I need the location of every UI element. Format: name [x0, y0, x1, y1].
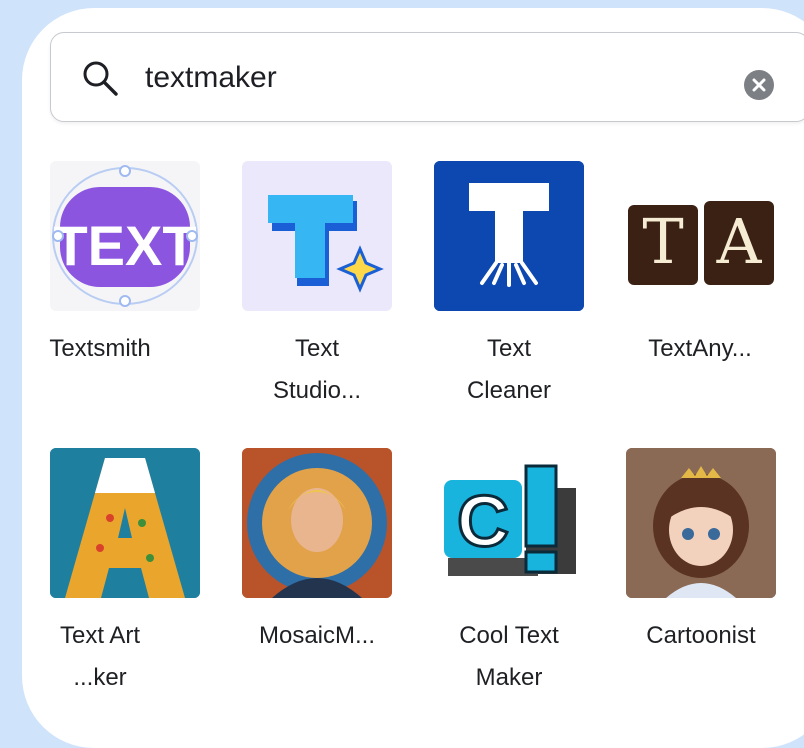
app-name-text-studio: Text Studio...	[272, 335, 362, 404]
app-name-text-art-maker: Text Art ...ker	[59, 622, 141, 691]
clear-search-icon[interactable]	[743, 69, 775, 101]
app-card-textanything[interactable]: T A	[626, 161, 776, 311]
text-cleaner-logo-icon	[434, 161, 584, 311]
mosaic-maker-logo-icon	[242, 448, 392, 598]
app-card-cool-text-maker[interactable]: C	[434, 448, 584, 598]
app-name-mosaic-maker: MosaicM...	[258, 622, 375, 649]
textsmith-logo-icon: TEXT	[52, 165, 198, 307]
app-card-text-studio[interactable]	[242, 161, 392, 311]
textanything-logo-icon: T A	[628, 201, 774, 285]
search-bar[interactable]: textmaker	[50, 32, 804, 122]
search-input[interactable]: textmaker	[145, 57, 277, 99]
app-name-textanything: TextAny...	[648, 335, 752, 362]
app-card-text-art-maker[interactable]	[50, 448, 200, 598]
text-studio-logo-icon	[268, 195, 384, 293]
svg-text:T: T	[642, 205, 683, 278]
app-name-textsmith: Textsmith	[49, 335, 151, 362]
text-art-maker-logo-icon	[50, 448, 200, 598]
app-card-text-cleaner[interactable]	[434, 161, 584, 311]
svg-text:A: A	[716, 205, 763, 278]
search-icon	[83, 61, 118, 96]
app-name-cartoonist: Cartoonist	[646, 622, 756, 649]
cool-text-maker-logo-icon: C	[444, 464, 576, 576]
app-name-cool-text-maker: Cool Text Maker	[459, 622, 559, 691]
app-card-mosaic-maker[interactable]	[242, 448, 392, 598]
svg-text:C: C	[457, 482, 509, 562]
app-name-text-cleaner: Text Cleaner	[466, 335, 552, 404]
app-search-panel: textmaker TEXT Textsmith Text Studio...	[22, 8, 804, 748]
cartoonist-logo-icon	[626, 448, 776, 598]
app-card-cartoonist[interactable]	[626, 448, 776, 598]
app-card-textsmith[interactable]: TEXT	[50, 161, 200, 311]
svg-text:TEXT: TEXT	[53, 214, 196, 277]
